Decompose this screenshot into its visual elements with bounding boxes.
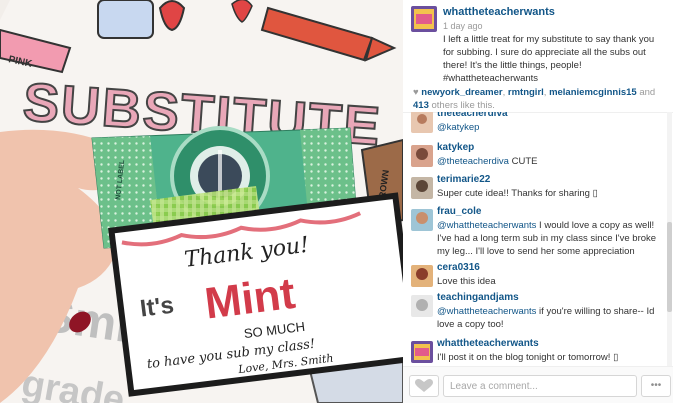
post-photo[interactable]: PINK SUBSTITUTE BROWN Smith grade NOT LA… [0, 0, 403, 403]
comment-mention[interactable]: @katykep [437, 122, 479, 133]
commenter-avatar[interactable] [411, 265, 433, 287]
like-user[interactable]: newyork_dreamer [421, 87, 502, 98]
likes-count[interactable]: 413 [413, 100, 429, 111]
commenter-avatar[interactable] [411, 341, 433, 363]
commenter-username[interactable]: theteacherdiva [437, 112, 508, 119]
comment-text: @theteacherdiva CUTE [437, 156, 538, 167]
comment-input[interactable]: Leave a comment... [443, 375, 637, 397]
scrollbar-thumb[interactable] [667, 222, 672, 312]
comments-scrollbar[interactable] [667, 112, 672, 366]
commenter-avatar[interactable] [411, 112, 433, 133]
card-its: It's [139, 292, 176, 323]
commenter-avatar[interactable] [411, 145, 433, 167]
comment-item: frau_cole @whattheteacherwants I would l… [403, 206, 665, 260]
comment-text: I'll post it on the blog tonight or tomo… [437, 352, 619, 363]
commenter-username[interactable]: terimarie22 [437, 174, 490, 185]
author-username[interactable]: whattheteacherwants [443, 6, 555, 18]
comment-item: katykep @theteacherdiva CUTE [403, 142, 665, 172]
post-panel: whattheteacherwants 1 day ago I left a l… [403, 0, 673, 403]
comment-text: Super cute idea!! Thanks for sharing ▯ [437, 188, 598, 199]
commenter-avatar[interactable] [411, 177, 433, 199]
thank-you-card: Thank you! It's Mint SO MUCH to have you… [108, 192, 403, 397]
like-user[interactable]: rmtngirl [508, 87, 544, 98]
post-header: whattheteacherwants 1 day ago I left a l… [403, 0, 673, 84]
commenter-username[interactable]: katykep [437, 142, 474, 153]
commenter-avatar[interactable] [411, 295, 433, 317]
post-caption: I left a little treat for my substitute … [443, 34, 655, 84]
heart-icon: ♥ [413, 87, 419, 98]
comment-text: @whattheteacherwants if you're willing t… [437, 306, 655, 330]
comment-mention[interactable]: @whattheteacherwants [437, 220, 536, 231]
comment-item: cera0316 Love this idea [403, 262, 665, 290]
comment-item: theteacherdiva @katykep [403, 112, 665, 134]
likes-and: and [639, 87, 656, 98]
comment-item: terimarie22 Super cute idea!! Thanks for… [403, 174, 665, 204]
commenter-username[interactable]: cera0316 [437, 262, 480, 273]
author-avatar[interactable] [411, 6, 437, 32]
comment-text: @whattheteacherwants I would love a copy… [437, 220, 657, 257]
likes-suffix: others like this. [431, 100, 495, 111]
heart-icon [415, 379, 433, 392]
comment-mention[interactable]: @theteacherdiva [437, 156, 509, 167]
comment-mention[interactable]: @whattheteacherwants [437, 306, 536, 317]
commenter-username[interactable]: frau_cole [437, 206, 481, 217]
comment-text: @katykep [437, 121, 665, 134]
post-time[interactable]: 1 day ago [443, 21, 483, 31]
comment-item: teachingandjams @whattheteacherwants if … [403, 292, 665, 334]
commenter-username[interactable]: whattheteacherwants [437, 338, 539, 349]
commenter-username[interactable]: teachingandjams [437, 292, 519, 303]
comment-list: theteacherdiva @katykep katykep @theteac… [403, 112, 665, 366]
comment-text: Love this idea [437, 276, 496, 287]
photo-svg: PINK SUBSTITUTE BROWN Smith grade NOT LA… [0, 0, 403, 403]
like-button[interactable] [409, 375, 439, 397]
more-options-button[interactable]: ••• [641, 375, 671, 397]
likes-summary: ♥ newyork_dreamer, rmtngirl, melaniemcgi… [413, 87, 656, 111]
commenter-avatar[interactable] [411, 209, 433, 231]
like-user[interactable]: melaniemcginnis15 [549, 87, 637, 98]
comment-item: whattheteacherwants I'll post it on the … [403, 338, 665, 366]
comment-footer: Leave a comment... ••• [403, 366, 673, 403]
